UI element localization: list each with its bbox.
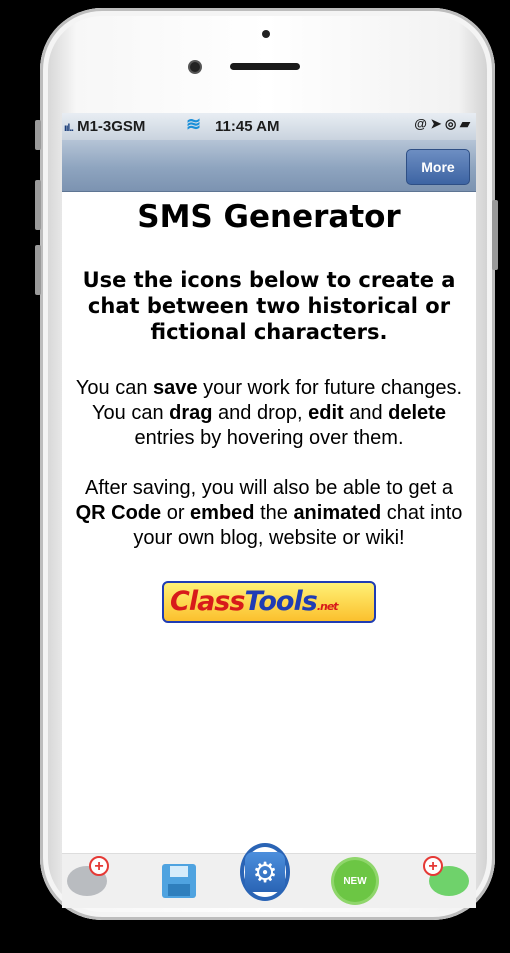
bottom-toolbar: + ⚙ NEW + (62, 843, 476, 908)
volume-up-button (35, 180, 41, 230)
navigation-bar: More (62, 140, 476, 192)
add-chat-bubble-icon: + (423, 856, 469, 896)
front-camera (190, 62, 200, 72)
page-title: SMS Generator (137, 199, 401, 235)
phone-screen: ııl.. M1-3GSM ≋ 11:45 AM @ ➤ ◎ ▰ More SM… (62, 113, 476, 908)
earpiece-speaker (230, 63, 300, 70)
logo-text-tools: Tools (244, 586, 317, 617)
save-button[interactable] (154, 856, 204, 906)
new-chat-button[interactable]: NEW (330, 856, 380, 906)
status-bar: ııl.. M1-3GSM ≋ 11:45 AM @ ➤ ◎ ▰ (62, 113, 476, 140)
classtools-logo[interactable]: ClassTools.net (162, 581, 376, 623)
settings-button[interactable]: ⚙ (240, 843, 290, 906)
new-badge-icon: NEW (334, 860, 376, 902)
signal-icon: ııl.. (64, 123, 74, 134)
gear-icon: ⚙ (245, 852, 285, 892)
plus-icon: + (89, 856, 109, 876)
status-time: 11:45 AM (215, 118, 280, 135)
carrier-label: ııl.. M1-3GSM (64, 118, 146, 135)
save-instructions: You can save your work for future change… (75, 377, 463, 449)
mute-switch (35, 120, 41, 150)
plus-icon: + (423, 856, 443, 876)
sharing-instructions: After saving, you will also be able to g… (75, 477, 463, 549)
intro-content: SMS Generator Use the icons below to cre… (62, 191, 476, 628)
wifi-icon: ≋ (186, 114, 202, 134)
floppy-disk-icon (162, 864, 196, 898)
more-button[interactable]: More (406, 149, 470, 185)
proximity-sensor (262, 30, 270, 38)
add-chat-bubble-icon: + (67, 856, 109, 896)
power-button (492, 200, 498, 270)
logo-text-class: Class (170, 586, 245, 617)
status-icons: @ ➤ ◎ ▰ (414, 116, 470, 131)
page-subtitle: Use the icons below to create a chat bet… (82, 268, 456, 344)
add-right-character-button[interactable]: + (423, 856, 474, 906)
add-left-character-button[interactable]: + (62, 856, 112, 906)
volume-down-button (35, 245, 41, 295)
logo-text-net: .net (316, 600, 339, 613)
